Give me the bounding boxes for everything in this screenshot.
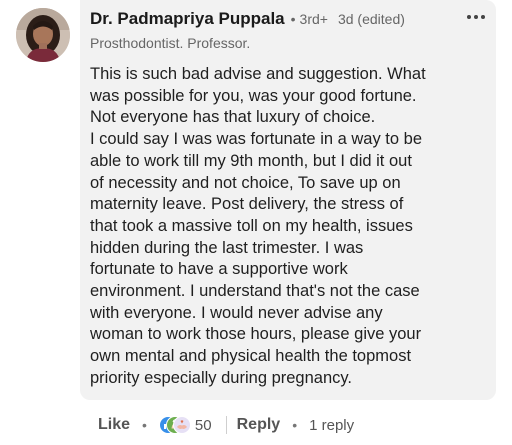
comment-body-line: hidden during the last trimester. I was xyxy=(90,238,364,257)
comment-body-line: This is such bad advise and suggestion. … xyxy=(90,65,426,83)
comment-body-line: that took a massive toll on my health, i… xyxy=(90,216,413,235)
reactions-summary[interactable]: 50 xyxy=(158,414,212,436)
more-options-button[interactable] xyxy=(466,9,486,27)
support-reaction-icon xyxy=(172,416,191,434)
comment-body: This is such bad advise and suggestion. … xyxy=(90,64,490,390)
reaction-icons xyxy=(158,414,191,436)
comment-body-line: with everyone. I would never advise any xyxy=(90,303,383,322)
reply-count-link[interactable]: 1 reply xyxy=(309,417,354,434)
comment-body-line: woman to work those hours, please give y… xyxy=(90,325,422,344)
comment-header: Dr. Padmapriya Puppala • 3rd+ 3d (edited… xyxy=(90,9,486,31)
comment-body-line: maternity leave. Post delivery, the stre… xyxy=(90,195,404,214)
connection-degree: 3rd+ xyxy=(299,11,328,27)
separator-dot: • xyxy=(290,11,296,27)
comment-body-line: able to work till my 9th month, but I di… xyxy=(90,151,412,170)
reaction-count: 50 xyxy=(194,416,212,434)
reply-button[interactable]: Reply xyxy=(237,416,281,434)
divider xyxy=(225,416,227,434)
comment-actions: Like • 50 Reply • 1 reply xyxy=(98,412,354,438)
more-horizontal-icon xyxy=(467,15,485,19)
comment-bubble: Dr. Padmapriya Puppala • 3rd+ 3d (edited… xyxy=(80,0,496,400)
comment-body-line: fortunate to have a supportive work xyxy=(90,260,348,279)
comment-body-line: own mental and physical health the topmo… xyxy=(90,347,412,366)
comment-body-line: I could say I was was fortunate in a way… xyxy=(90,130,423,149)
author-name[interactable]: Dr. Padmapriya Puppala xyxy=(90,9,285,29)
comment-body-line: of necessity and not choice, To save up … xyxy=(90,173,401,192)
comment-body-line: Not everyone has that luxury of choice. xyxy=(90,108,376,127)
comment-timestamp: 3d (edited) xyxy=(337,11,405,27)
comment-body-line: environment. I understand that's not the… xyxy=(90,282,420,301)
comment-body-line: priority especially during pregnancy. xyxy=(90,368,352,387)
comment-body-line: was possible for you, was your good fort… xyxy=(90,86,417,105)
separator-dot: • xyxy=(292,417,298,433)
author-headline: Prosthodontist. Professor. xyxy=(90,35,251,51)
avatar-photo xyxy=(16,8,70,62)
like-button[interactable]: Like xyxy=(98,416,130,434)
separator-dot: • xyxy=(142,417,147,433)
author-avatar[interactable] xyxy=(16,8,70,62)
